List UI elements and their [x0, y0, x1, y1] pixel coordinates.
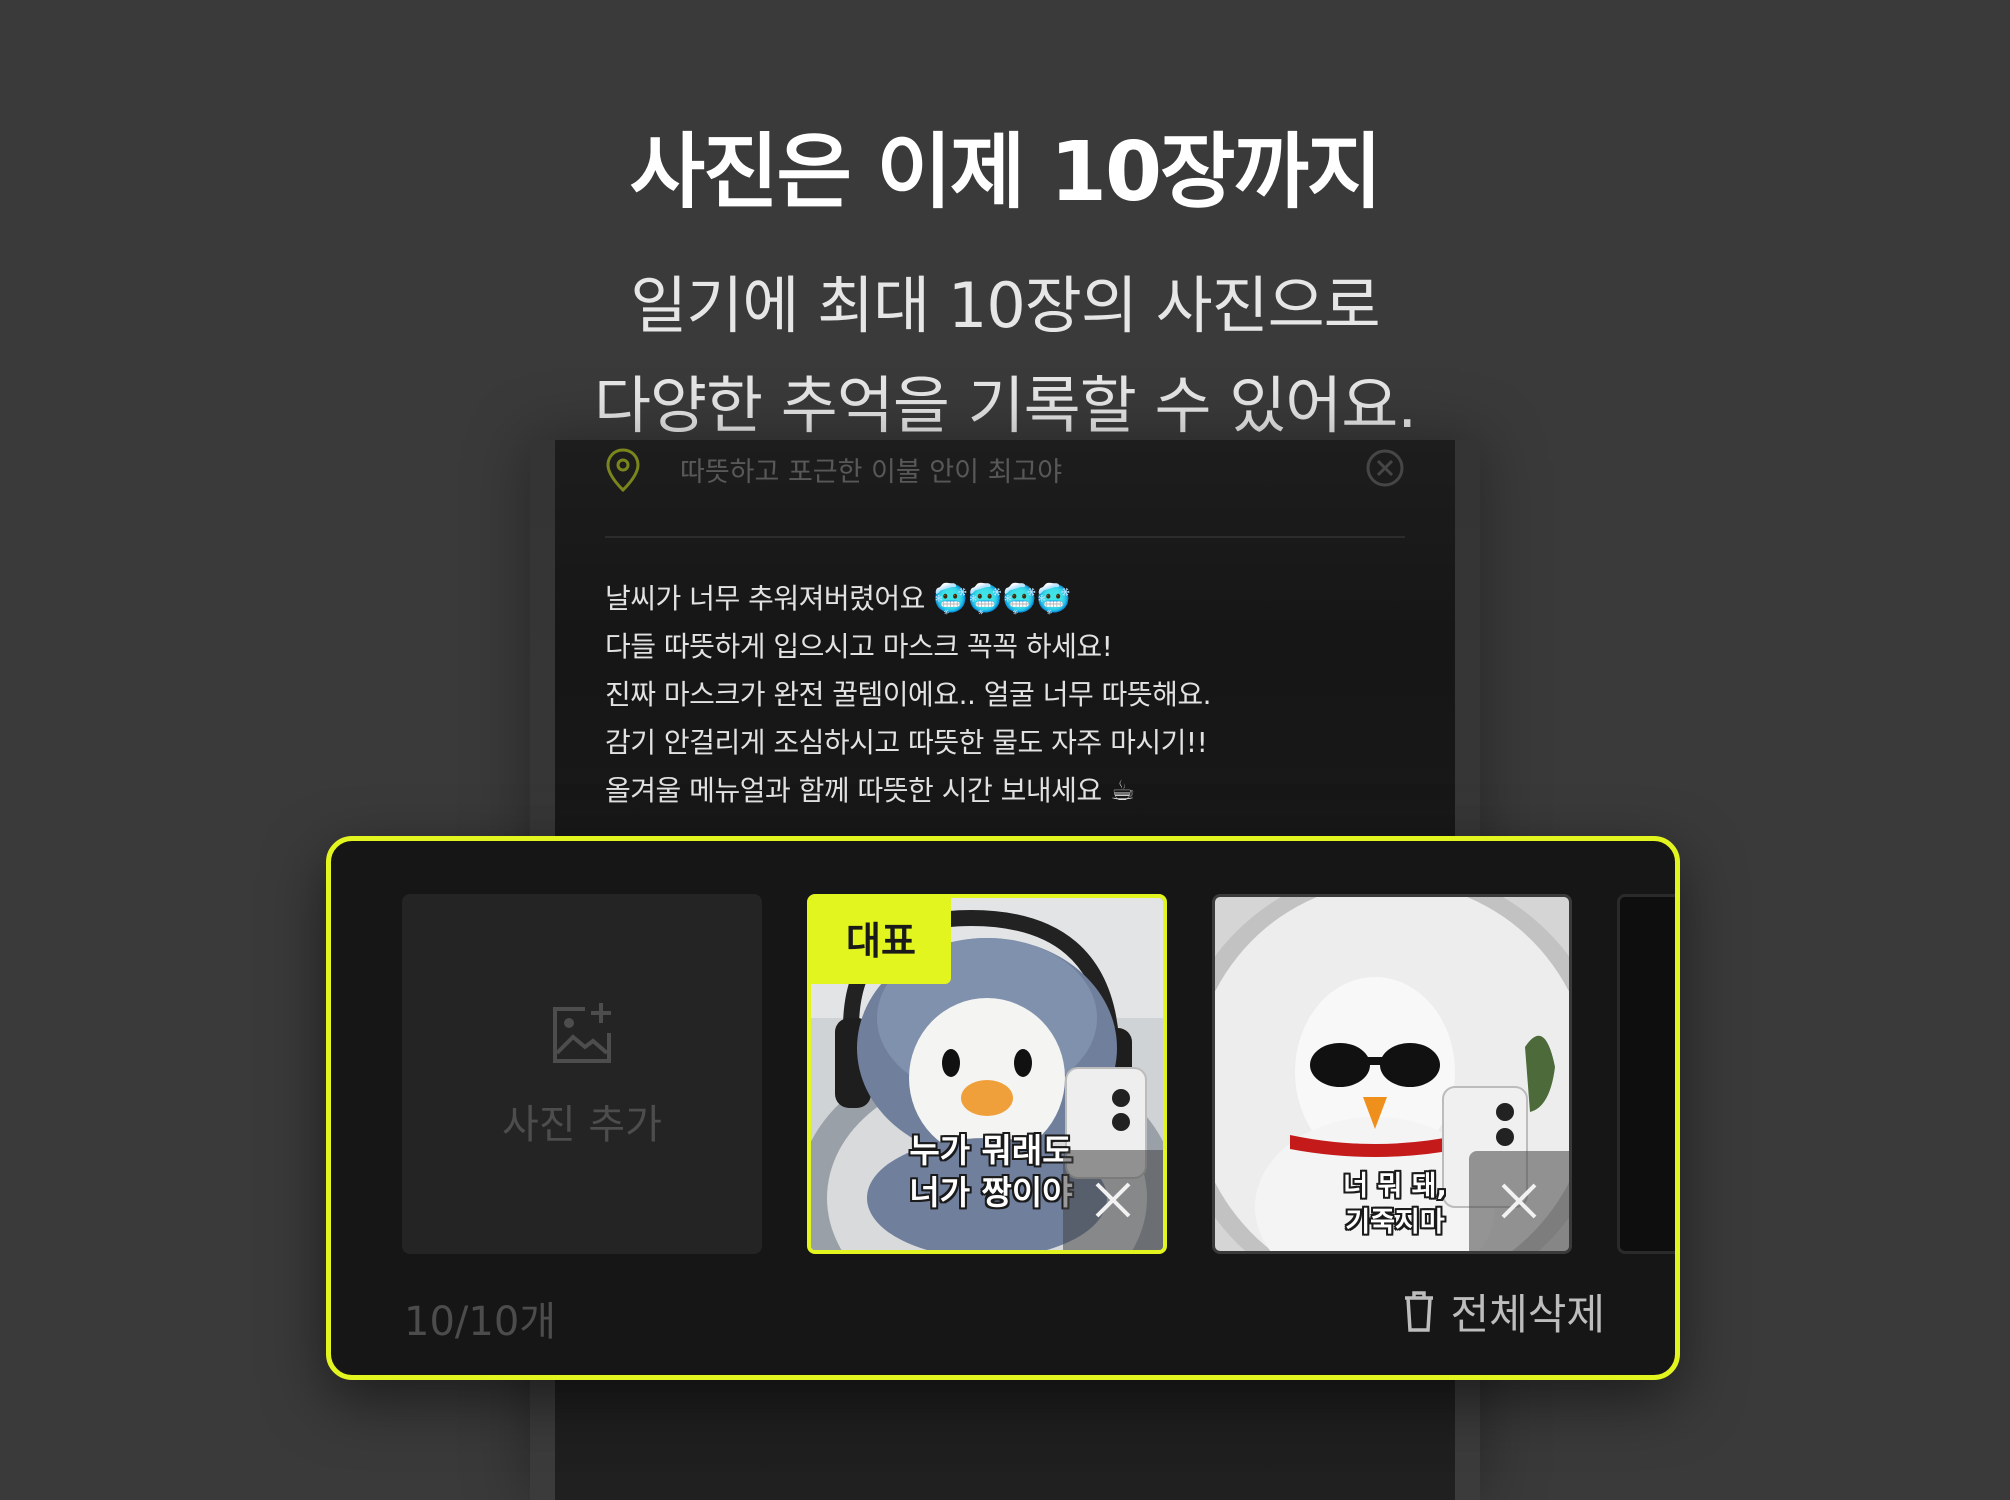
- clear-icon[interactable]: [1365, 448, 1405, 488]
- photo-thumbnail[interactable]: 대표 누가 뭐래도 너가 짱이야: [807, 894, 1167, 1254]
- diary-line: 날씨가 너무 추워져버렸어요 🥶🥶🥶🥶: [605, 582, 1071, 615]
- photo-counter: 10/10개: [404, 1299, 557, 1345]
- photo-thumbnail[interactable]: [1617, 894, 1675, 1254]
- caption-line: 기죽지마: [1345, 1207, 1445, 1238]
- divider: [605, 536, 1405, 538]
- add-image-icon: [553, 1003, 611, 1063]
- photo-caption: 너 뭐 돼, 기죽지마: [1325, 1169, 1465, 1241]
- trash-icon: [1405, 1291, 1434, 1332]
- diary-line: 감기 안걸리게 조심하시고 따뜻한 물도 자주 마시기!!: [605, 726, 1208, 759]
- location-pin-icon: [606, 448, 640, 492]
- diary-line: 올겨울 메뉴얼과 함께 따뜻한 시간 보내세요 ☕: [605, 774, 1135, 807]
- photo-panel: 사진 추가 대표 누가 뭐래도 너가 짱이야 너 뭐 돼, 기죽지마 10/10…: [326, 836, 1680, 1380]
- subline-line1: 일기에 최대 10장의 사진으로: [630, 269, 1380, 342]
- remove-photo-button[interactable]: [1469, 1151, 1569, 1251]
- headline: 사진은 이제 10장까지: [629, 125, 1383, 220]
- diary-body[interactable]: 날씨가 너무 추워져버렸어요 🥶🥶🥶🥶 다들 따뜻하게 입으시고 마스크 꼭꼭 …: [605, 575, 1425, 815]
- representative-badge: 대표: [811, 898, 951, 984]
- delete-all-button[interactable]: 전체삭제: [1402, 1281, 1605, 1341]
- add-photo-label: 사진 추가: [502, 1102, 662, 1148]
- close-icon: [1095, 1182, 1131, 1218]
- diary-line: 진짜 마스크가 완전 꿀템이에요.. 얼굴 너무 따뜻해요.: [605, 678, 1212, 711]
- subline-line2: 다양한 추억을 기록할 수 있어요.: [593, 369, 1417, 442]
- caption-line: 너 뭐 돼,: [1343, 1171, 1447, 1202]
- add-photo-button[interactable]: 사진 추가: [402, 894, 762, 1254]
- photo-thumbnail[interactable]: 너 뭐 돼, 기죽지마: [1212, 894, 1572, 1254]
- remove-photo-button[interactable]: [1063, 1150, 1163, 1250]
- diary-line: 다들 따뜻하게 입으시고 마스크 꼭꼭 하세요!: [605, 630, 1113, 663]
- location-text: 따뜻하고 포근한 이불 안이 최고야: [680, 457, 1063, 488]
- close-icon: [1501, 1183, 1537, 1219]
- location-row[interactable]: 따뜻하고 포근한 이불 안이 최고야: [605, 440, 1405, 540]
- delete-all-label: 전체삭제: [1450, 1289, 1605, 1339]
